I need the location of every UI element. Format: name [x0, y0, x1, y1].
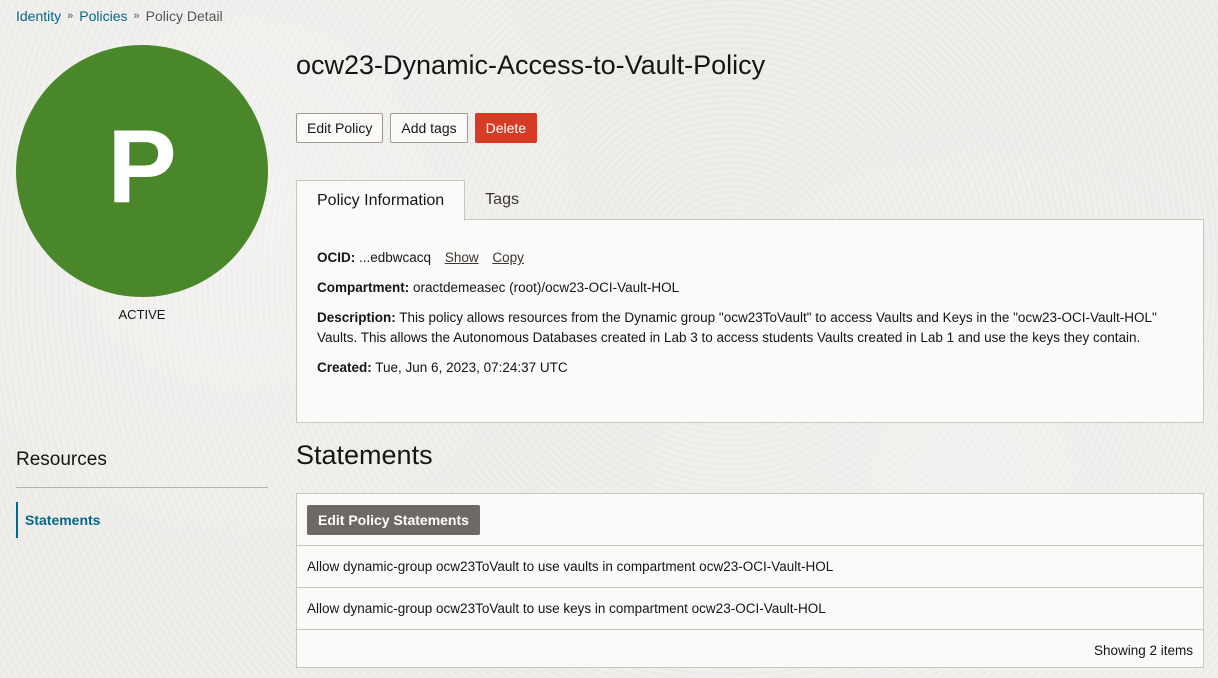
copy-ocid-link[interactable]: Copy	[492, 250, 524, 265]
edit-policy-button[interactable]: Edit Policy	[296, 113, 384, 143]
tab-tags[interactable]: Tags	[465, 180, 539, 220]
created-label: Created:	[317, 360, 372, 375]
description-row: Description: This policy allows resource…	[317, 308, 1183, 348]
add-tags-button[interactable]: Add tags	[390, 113, 468, 143]
breadcrumb-current: Policy Detail	[145, 8, 223, 24]
resources-divider	[16, 487, 268, 488]
resources-heading: Resources	[16, 449, 107, 470]
breadcrumb-separator-icon: »	[67, 10, 74, 22]
policy-information-panel: OCID: ...edbwcacq Show Copy Compartment:…	[296, 219, 1204, 423]
breadcrumb-separator-icon: »	[133, 10, 140, 22]
compartment-label: Compartment:	[317, 280, 410, 295]
breadcrumb-link-identity[interactable]: Identity	[16, 8, 61, 24]
statements-table: Edit Policy Statements Allow dynamic-gro…	[296, 493, 1204, 668]
show-ocid-link[interactable]: Show	[445, 250, 479, 265]
item-count: Showing 2 items	[1093, 642, 1193, 658]
delete-button[interactable]: Delete	[474, 113, 538, 143]
sidebar-item-statements[interactable]: Statements	[16, 502, 256, 538]
statement-text: Allow dynamic-group ocw23ToVault to use …	[307, 559, 834, 574]
action-toolbar: Edit Policy Add tags Delete	[296, 113, 538, 143]
description-value: This policy allows resources from the Dy…	[317, 310, 1157, 345]
table-row: Allow dynamic-group ocw23ToVault to use …	[297, 588, 1203, 630]
compartment-value: oractdemeasec (root)/ocw23-OCI-Vault-HOL	[413, 280, 680, 295]
breadcrumb-link-policies[interactable]: Policies	[79, 8, 127, 24]
statement-text: Allow dynamic-group ocw23ToVault to use …	[307, 601, 826, 616]
description-label: Description:	[317, 310, 396, 325]
edit-policy-statements-button[interactable]: Edit Policy Statements	[307, 504, 480, 535]
avatar: P	[16, 45, 268, 297]
ocid-row: OCID: ...edbwcacq Show Copy	[317, 248, 1183, 268]
created-value: Tue, Jun 6, 2023, 07:24:37 UTC	[375, 360, 568, 375]
page-title: ocw23-Dynamic-Access-to-Vault-Policy	[296, 50, 766, 80]
created-row: Created: Tue, Jun 6, 2023, 07:24:37 UTC	[317, 358, 1183, 378]
breadcrumb: Identity » Policies » Policy Detail	[16, 8, 223, 24]
statements-heading: Statements	[296, 440, 433, 470]
tab-bar: Policy Information Tags	[296, 180, 539, 221]
statements-toolbar: Edit Policy Statements	[297, 494, 1203, 546]
table-row: Allow dynamic-group ocw23ToVault to use …	[297, 546, 1203, 588]
avatar-letter: P	[107, 109, 177, 225]
compartment-row: Compartment: oractdemeasec (root)/ocw23-…	[317, 278, 1183, 298]
status-label: ACTIVE	[118, 307, 166, 322]
ocid-value: ...edbwcacq	[359, 250, 432, 265]
tab-policy-information[interactable]: Policy Information	[296, 180, 466, 221]
sidebar-item-label: Statements	[25, 512, 101, 528]
statements-footer: Showing 2 items	[297, 630, 1203, 670]
ocid-label: OCID:	[317, 250, 356, 265]
